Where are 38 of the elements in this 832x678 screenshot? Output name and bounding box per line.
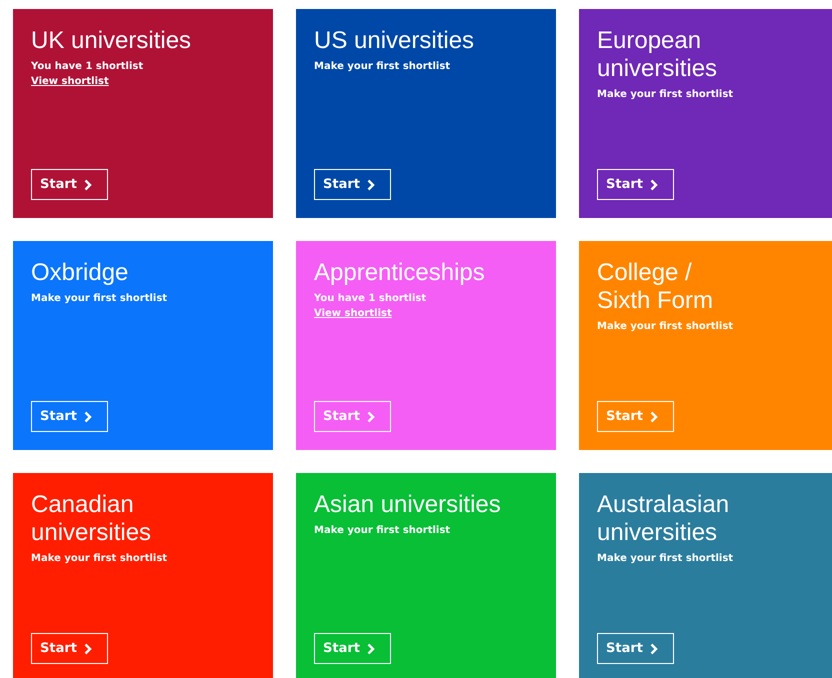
shortlist-status: You have 1 shortlist	[314, 292, 426, 306]
start-button[interactable]: Start	[31, 169, 108, 200]
tile-title: Oxbridge	[31, 259, 128, 287]
chevron-icon	[366, 410, 375, 422]
start-button[interactable]: Start	[314, 401, 391, 432]
start-button[interactable]: Start	[31, 401, 108, 432]
start-button[interactable]: Start	[31, 633, 108, 664]
shortlist-status: Make your first shortlist	[31, 552, 168, 566]
view-shortlist-link[interactable]: View shortlist	[31, 74, 109, 89]
start-button[interactable]: Start	[597, 401, 674, 432]
shortlist-status: Make your first shortlist	[314, 60, 450, 74]
shortlist-status: You have 1 shortlist	[31, 60, 144, 74]
tile-title: UK universities	[31, 27, 192, 55]
shortlist-status: Make your first shortlist	[597, 88, 734, 102]
shortlist-status: Make your first shortlist	[314, 524, 450, 538]
shortlist-status: Make your first shortlist	[597, 552, 734, 566]
chevron-icon	[366, 642, 375, 654]
chevron-icon	[650, 178, 658, 190]
tile-title: Apprenticeships	[314, 259, 485, 287]
tile-title: College / Sixth Form	[597, 259, 714, 315]
tile-title: US universities	[314, 27, 474, 55]
shortlist-status: Make your first shortlist	[31, 292, 168, 306]
tile-title: European universities	[597, 27, 718, 83]
chevron-icon	[84, 178, 92, 190]
shortlist-status: Make your first shortlist	[597, 320, 734, 334]
tile-title: Canadian universities	[31, 491, 152, 547]
chevron-icon	[84, 410, 92, 422]
view-shortlist-link[interactable]: View shortlist	[314, 306, 392, 321]
tile-title: Australasian universities	[597, 491, 730, 547]
chevron-icon	[84, 642, 92, 654]
chevron-icon	[650, 410, 658, 422]
chevron-icon	[366, 178, 375, 190]
start-button[interactable]: Start	[314, 633, 391, 664]
start-button[interactable]: Start	[314, 169, 391, 200]
start-button[interactable]: Start	[597, 633, 674, 664]
start-button[interactable]: Start	[597, 169, 674, 200]
tile-title: Asian universities	[314, 491, 501, 519]
chevron-icon	[650, 642, 658, 654]
